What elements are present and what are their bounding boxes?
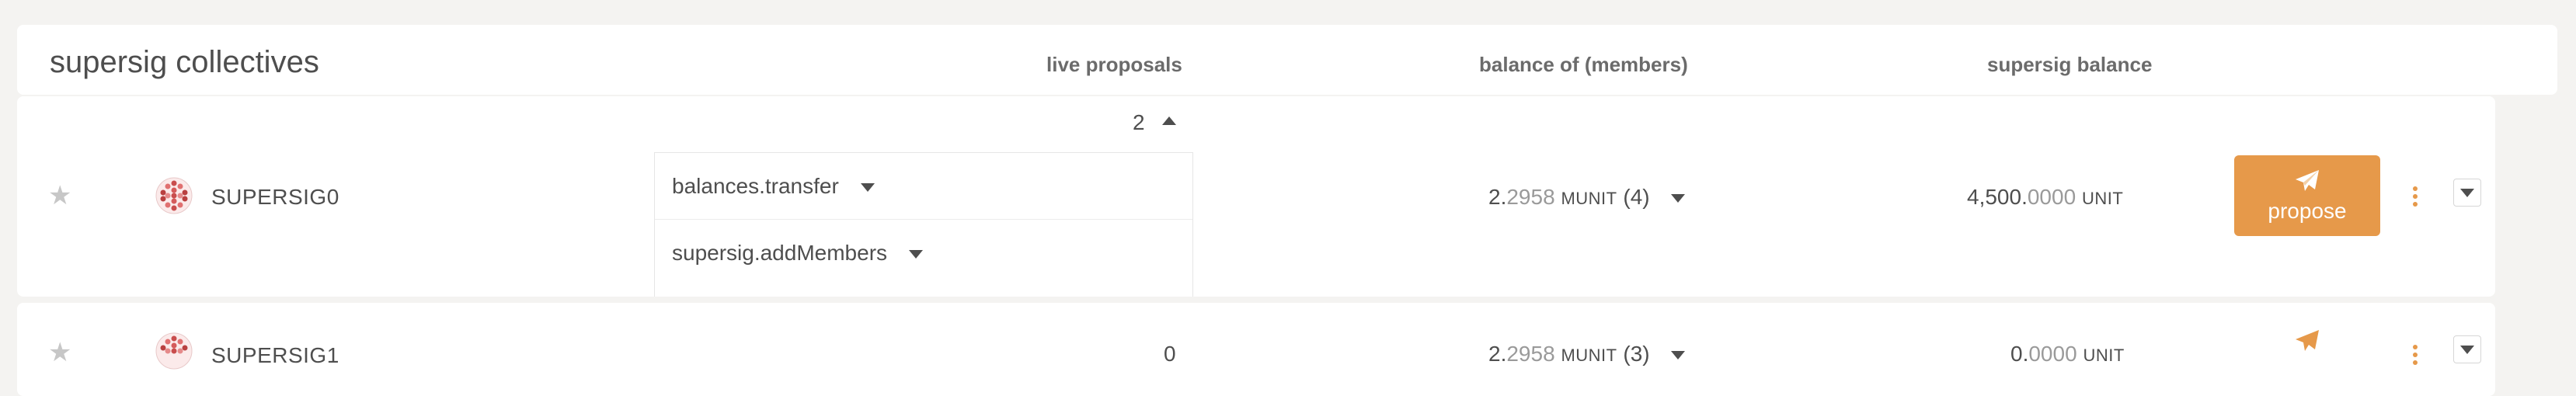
proposal-count: 0: [1164, 342, 1176, 366]
propose-button[interactable]: propose: [2234, 155, 2380, 236]
proposal-label: supersig.addMembers: [672, 241, 888, 265]
balance-decimals: 2958: [1506, 342, 1555, 366]
supersig-balance: 4,500.0000 UNIT: [1967, 185, 2123, 210]
balance-decimals: 0000: [2028, 342, 2077, 366]
caret-down-icon[interactable]: [908, 250, 923, 259]
caret-up-icon[interactable]: [1162, 116, 1176, 125]
caret-down-icon[interactable]: [1671, 351, 1686, 360]
table-row: ★ SUPERSIG0 2 balances.transfer supersig…: [17, 96, 2495, 297]
caret-down-icon: [2460, 189, 2474, 197]
balance-integer: 2.: [1488, 185, 1507, 209]
column-balance-of-members: balance of (members): [1479, 53, 1688, 76]
page-title: supersig collectives: [50, 45, 319, 79]
proposal-item[interactable]: balances.transfer: [655, 153, 1192, 220]
account-name[interactable]: SUPERSIG1: [211, 343, 339, 368]
kebab-menu-icon[interactable]: [2413, 186, 2419, 210]
caret-down-icon: [2460, 346, 2474, 354]
balance-unit: MUNIT: [1561, 346, 1617, 365]
member-count: (4): [1623, 185, 1650, 209]
balance-unit: MUNIT: [1561, 189, 1617, 208]
expand-row-button[interactable]: [2453, 335, 2481, 363]
balance-unit: UNIT: [2081, 189, 2124, 208]
propose-label: propose: [2268, 199, 2347, 223]
identicon: [155, 332, 193, 370]
balance-decimals: 2958: [1506, 185, 1555, 209]
member-count: (3): [1623, 342, 1650, 366]
table-header: supersig collectives live proposals bala…: [17, 25, 2557, 95]
proposal-label: balances.transfer: [672, 174, 839, 198]
proposal-list: balances.transfer supersig.addMembers: [654, 152, 1193, 297]
proposal-count: 2: [1133, 110, 1145, 134]
caret-down-icon[interactable]: [860, 183, 875, 193]
expand-row-button[interactable]: [2453, 179, 2481, 207]
column-live-proposals: live proposals: [1046, 53, 1182, 76]
balance-unit: UNIT: [2083, 346, 2125, 365]
caret-down-icon[interactable]: [1671, 194, 1686, 203]
balance-integer: 0.: [2010, 342, 2029, 366]
balance-decimals: 0000: [2027, 185, 2076, 209]
star-icon[interactable]: ★: [48, 337, 71, 368]
balance-integer: 2.: [1488, 342, 1507, 366]
column-supersig-balance: supersig balance: [1987, 53, 2153, 76]
members-balance: 2.2958 MUNIT (4): [1488, 185, 1686, 210]
star-icon[interactable]: ★: [48, 180, 71, 211]
proposal-item[interactable]: supersig.addMembers: [655, 220, 1192, 287]
account-name[interactable]: SUPERSIG0: [211, 185, 339, 210]
balance-integer: 4,500.: [1967, 185, 2028, 209]
kebab-menu-icon[interactable]: [2413, 345, 2419, 368]
supersig-balance: 0.0000 UNIT: [2010, 342, 2125, 366]
members-balance: 2.2958 MUNIT (3): [1488, 342, 1686, 366]
paper-plane-icon[interactable]: [2295, 329, 2320, 353]
identicon: [155, 177, 193, 214]
table-row: ★ SUPERSIG1 0 2.2958 MUNIT (3) 0.0000 UN…: [17, 303, 2495, 396]
paper-plane-icon: [2296, 170, 2319, 191]
